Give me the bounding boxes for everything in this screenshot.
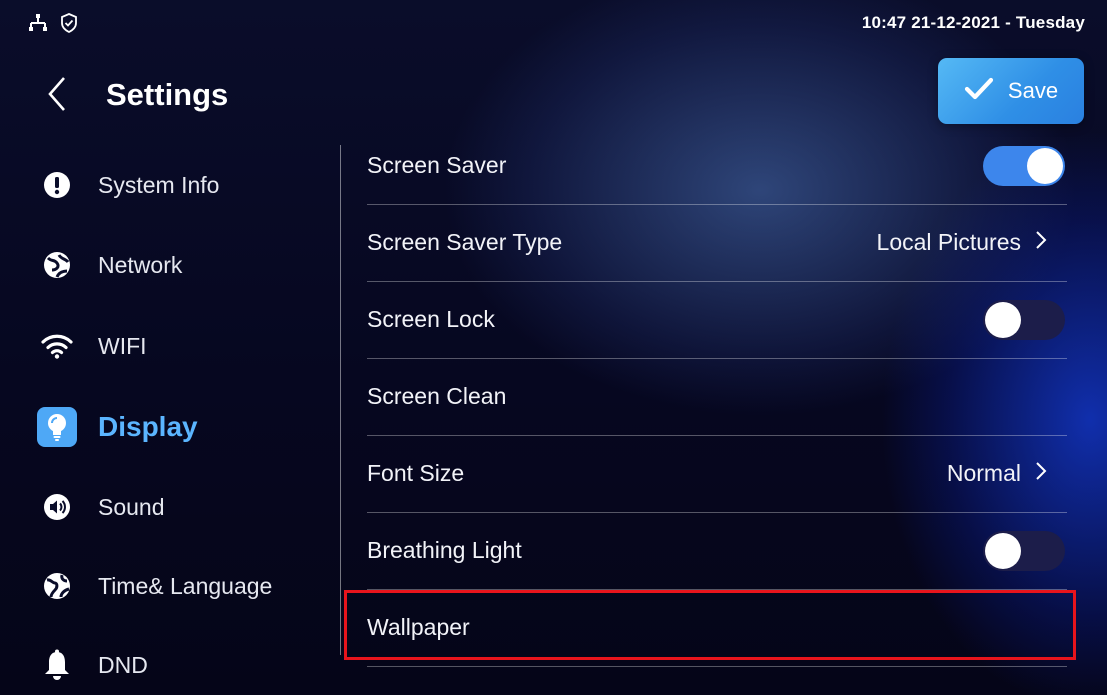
screen-lock-toggle[interactable] — [983, 299, 1065, 340]
back-button[interactable] — [46, 74, 80, 118]
sidebar-item-label: WIFI — [98, 332, 147, 359]
sidebar-item-label: Network — [98, 251, 183, 278]
screen-saver-toggle[interactable] — [983, 145, 1065, 186]
setting-row-screen-lock: Screen Lock — [367, 281, 1067, 359]
setting-value: Normal — [947, 460, 1047, 487]
chevron-left-icon — [46, 76, 68, 117]
chevron-right-icon — [1035, 229, 1047, 256]
setting-value: Local Pictures — [877, 229, 1047, 256]
sidebar-item-label: Sound — [98, 493, 165, 520]
sidebar-item-label: System Info — [98, 171, 220, 198]
network-globe-icon — [40, 248, 74, 282]
toggle-knob — [985, 532, 1021, 569]
setting-label: Screen Saver — [367, 152, 507, 178]
sidebar-item-label: Display — [98, 411, 198, 442]
sidebar-item-display[interactable]: Display — [37, 397, 330, 457]
settings-screen: 10:47 21-12-2021 - Tuesday Settings Save… — [0, 0, 1107, 695]
wifi-icon — [40, 329, 74, 363]
wallpaper-highlight-box — [344, 590, 1076, 660]
setting-label: Font Size — [367, 460, 465, 486]
setting-row-screen-saver-type[interactable]: Screen Saver Type Local Pictures — [367, 204, 1067, 282]
breathing-light-toggle[interactable] — [983, 530, 1065, 571]
setting-label: Breathing Light — [367, 537, 522, 563]
setting-row-screen-clean[interactable]: Screen Clean — [367, 358, 1067, 436]
toggle-knob — [985, 301, 1021, 338]
sidebar-item-sound[interactable]: Sound — [40, 477, 330, 537]
shield-icon — [60, 13, 78, 38]
sidebar-item-network[interactable]: Network — [40, 235, 330, 295]
status-datetime: 10:47 21-12-2021 - Tuesday — [861, 13, 1085, 32]
network-icon — [28, 14, 48, 37]
save-button-label: Save — [1007, 78, 1059, 103]
sidebar-item-system-info[interactable]: System Info — [40, 155, 330, 215]
sidebar-divider — [340, 145, 341, 655]
toggle-knob — [1027, 147, 1063, 184]
bell-icon — [40, 648, 74, 682]
globe-icon — [40, 569, 74, 603]
setting-label: Screen Saver Type — [367, 229, 563, 255]
setting-row-breathing-light: Breathing Light — [367, 512, 1067, 590]
info-icon — [40, 168, 74, 202]
sidebar-item-time-language[interactable]: Time& Language — [40, 556, 330, 616]
display-bulb-icon — [37, 407, 77, 447]
sound-icon — [40, 490, 74, 524]
save-button[interactable]: Save — [938, 58, 1084, 124]
screen-saver-type-value: Local Pictures — [876, 229, 1021, 255]
sidebar-item-label: DND — [98, 651, 148, 678]
sidebar-item-label: Time& Language — [98, 572, 273, 599]
sidebar: System Info Network WIFI Display Sound T… — [0, 145, 340, 695]
status-icons — [28, 13, 78, 38]
chevron-right-icon — [1035, 460, 1047, 487]
font-size-value: Normal — [946, 460, 1021, 486]
setting-label: Screen Lock — [367, 306, 495, 332]
setting-row-font-size[interactable]: Font Size Normal — [367, 435, 1067, 513]
setting-row-screen-saver: Screen Saver — [367, 127, 1067, 205]
status-bar: 10:47 21-12-2021 - Tuesday — [0, 0, 1107, 40]
page-title: Settings — [106, 77, 229, 112]
sidebar-item-dnd[interactable]: DND — [40, 635, 330, 695]
setting-label: Screen Clean — [367, 383, 507, 409]
check-icon — [964, 77, 994, 106]
sidebar-item-wifi[interactable]: WIFI — [40, 316, 330, 376]
